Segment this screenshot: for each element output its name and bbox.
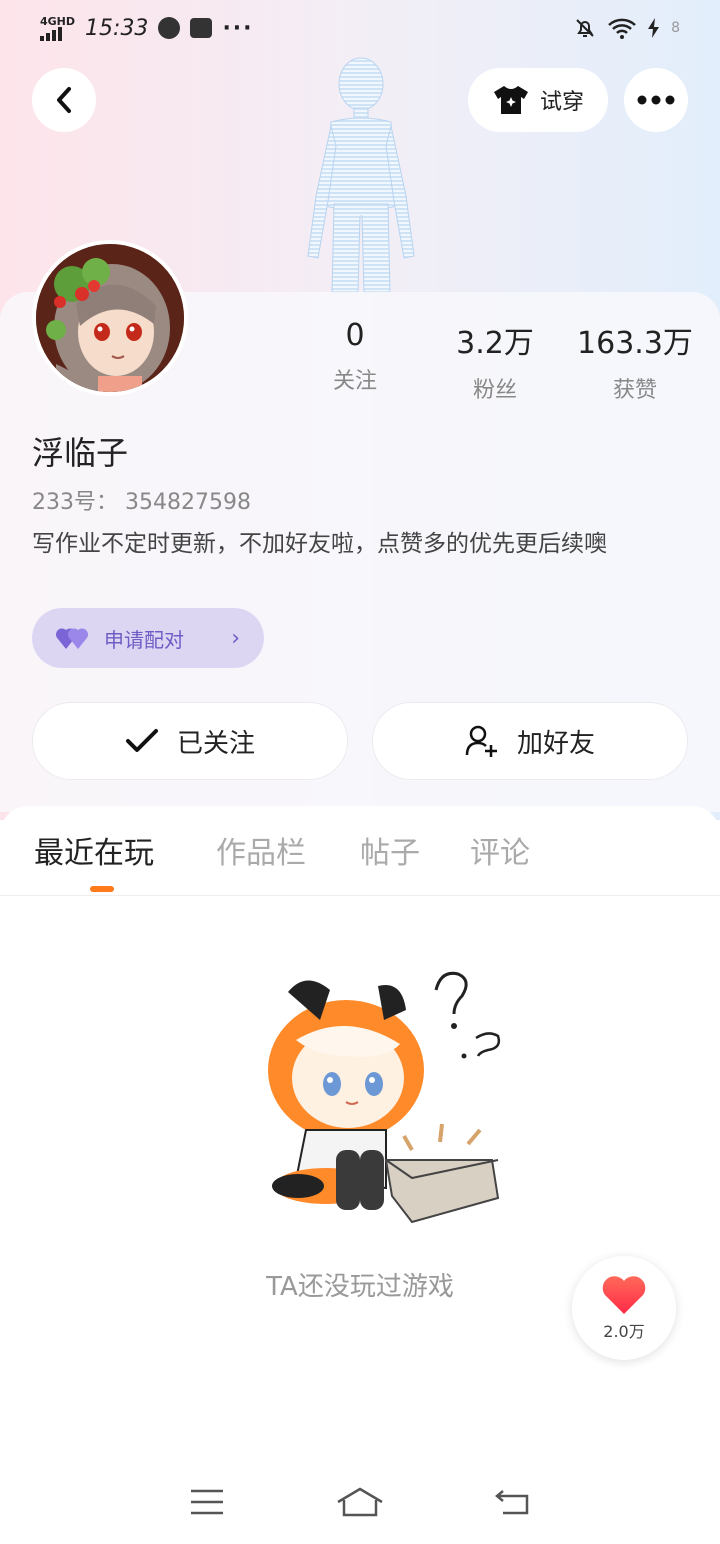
following-button[interactable]: 已关注 [32,702,348,780]
following-label: 已关注 [176,728,255,759]
status-more-icon: ··· [222,15,254,41]
recent-apps-button[interactable] [177,1472,237,1532]
user-id-value: 354827598 [125,490,251,515]
apply-pair-label: 申请配对 [104,627,184,652]
empty-state-illustration [268,971,501,1224]
chevron-right-icon: › [231,625,240,651]
wifi-icon [608,18,636,39]
chevron-left-icon [57,87,71,113]
network-type: 4GHD [40,14,76,28]
heart-icon [602,1276,646,1314]
menu-icon [190,1489,223,1515]
stat-likes[interactable]: 163.3万 获赞 [570,318,700,403]
stat-following[interactable]: 0 关注 [290,318,420,398]
avatar-portrait [36,244,184,392]
more-options-button[interactable] [624,68,688,132]
apply-pair-button[interactable]: 申请配对 › [32,608,264,668]
status-time: 15:33 [85,15,149,41]
status-right: 8 [573,16,680,40]
stat-likes-label: 获赞 [612,378,657,403]
ellipsis-icon [637,95,675,105]
stat-likes-value: 163.3万 [577,326,693,361]
signal-indicator: 4GHD [40,16,75,41]
active-tab-indicator [90,886,114,892]
try-on-label: 试穿 [539,90,584,115]
like-button[interactable]: 2.0万 [572,1256,676,1360]
tshirt-icon [493,86,528,114]
home-icon [337,1487,383,1517]
profile-stats: 0 关注 3.2万 粉丝 163.3万 获赞 [290,318,700,403]
like-count: 2.0万 [603,1322,645,1341]
bell-muted-icon [576,19,594,37]
add-friend-label: 加好友 [516,728,595,759]
avatar[interactable] [32,240,188,396]
checkmark-icon [125,729,158,752]
home-button[interactable] [330,1472,390,1532]
user-id-label: 233号： [32,490,118,515]
profile-username: 浮临子 [32,434,129,472]
stat-following-value: 0 [345,318,365,353]
stat-fans-value: 3.2万 [456,326,534,361]
return-icon [495,1490,529,1515]
charging-icon [648,18,660,38]
signal-bars-icon [40,26,75,41]
profile-user-id: 233号： 354827598 [32,484,251,516]
speed-app-icon [158,17,181,39]
tab-recently-played[interactable]: 最近在玩 [34,828,154,872]
tab-comments[interactable]: 评论 [470,828,530,872]
shopping-bag-icon [190,18,213,38]
avatar-3d-figure [307,57,415,293]
content-tabs: 最近在玩 作品栏 帖子 评论 [0,806,720,896]
system-back-button[interactable] [483,1472,543,1532]
double-heart-icon [56,628,89,649]
add-friend-button[interactable]: 加好友 [372,702,688,780]
battery-level: 8 [671,20,680,36]
back-button[interactable] [32,68,96,132]
profile-bio: 写作业不定时更新，不加好友啦，点赞多的优先更后续噢 [32,531,607,557]
status-bar: 4GHD 15:33 ··· 8 [0,0,720,56]
stat-following-label: 关注 [332,369,377,394]
stat-fans[interactable]: 3.2万 粉丝 [430,318,560,403]
try-on-button[interactable]: 试穿 [468,68,608,132]
tab-works[interactable]: 作品栏 [216,828,306,872]
system-nav-bar [0,1460,720,1544]
stat-fans-label: 粉丝 [472,378,517,403]
add-user-icon [465,725,497,757]
tab-posts[interactable]: 帖子 [360,828,420,872]
status-left: 4GHD 15:33 ··· [40,16,254,41]
